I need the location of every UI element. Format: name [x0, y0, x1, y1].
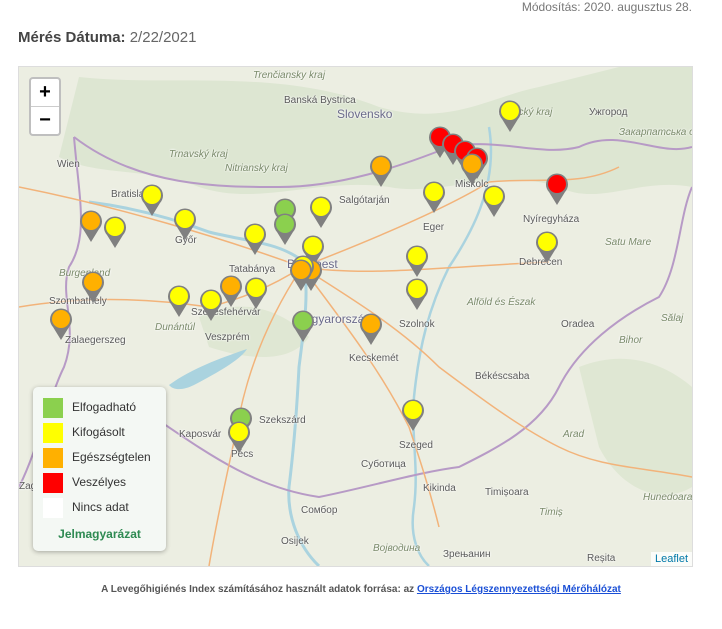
place-label: Војводина: [373, 543, 421, 554]
legend-title[interactable]: Jelmagyarázat: [33, 527, 166, 541]
station-marker[interactable]: [358, 312, 384, 346]
legend-item-veszelyes: Veszélyes: [43, 472, 127, 493]
station-marker[interactable]: [242, 222, 268, 256]
station-marker[interactable]: [48, 307, 74, 341]
station-marker[interactable]: [80, 270, 106, 304]
measure-date-label: Mérés Dátuma:: [18, 29, 126, 46]
station-marker[interactable]: [78, 209, 104, 243]
place-label: Veszprém: [205, 332, 250, 343]
place-label: Alföld és Észak: [467, 297, 536, 308]
place-label: Nitriansky kraj: [225, 163, 288, 174]
place-label: Зрењанин: [443, 549, 491, 560]
place-label: Arad: [563, 429, 585, 440]
measure-date: Mérés Dátuma: 2/22/2021: [18, 29, 196, 46]
modified-date: Módosítás: 2020. augusztus 28.: [521, 0, 692, 14]
place-label: Sălaj: [661, 313, 684, 324]
footer-text: A Levegőhigiénés Index számításához hasz…: [101, 584, 415, 595]
place-label: Hunedoara: [643, 492, 693, 503]
station-marker[interactable]: [243, 276, 269, 310]
station-marker[interactable]: [459, 152, 485, 186]
zoom-control: + −: [29, 77, 61, 136]
zoom-in-button[interactable]: +: [31, 79, 59, 106]
place-label: Dunántúl: [155, 322, 196, 333]
station-marker[interactable]: [400, 398, 426, 432]
legend-swatch: [43, 422, 63, 443]
station-marker[interactable]: [272, 212, 298, 246]
station-marker[interactable]: [368, 154, 394, 188]
place-label: Сомбор: [301, 505, 338, 516]
station-marker[interactable]: [172, 207, 198, 241]
station-marker[interactable]: [139, 183, 165, 217]
map-attribution[interactable]: Leaflet: [650, 552, 692, 566]
legend-swatch: [43, 447, 63, 468]
place-label: Slovensko: [337, 107, 393, 121]
footer-link[interactable]: Országos Légszennyezettségi Mérőhálózat: [417, 584, 621, 595]
legend-swatch: [43, 472, 63, 493]
place-label: Eger: [423, 222, 445, 233]
place-label: Szolnok: [399, 319, 435, 330]
legend-label: Veszélyes: [72, 475, 127, 489]
legend-label: Kifogásolt: [72, 425, 125, 439]
legend-item-egeszsegtelen: Egészségtelen: [43, 447, 151, 468]
station-marker[interactable]: [404, 277, 430, 311]
place-label: Szeged: [399, 440, 433, 451]
station-marker[interactable]: [308, 195, 334, 229]
place-label: Trnavský kraj: [169, 149, 228, 160]
station-marker[interactable]: [497, 99, 523, 133]
place-label: Закарпатська область: [619, 127, 692, 138]
station-marker[interactable]: [290, 309, 316, 343]
legend-label: Egészségtelen: [72, 450, 151, 464]
place-label: Zalaegerszeg: [65, 335, 126, 346]
place-label: Banská Bystrica: [284, 95, 356, 106]
station-marker[interactable]: [226, 420, 252, 454]
station-marker[interactable]: [288, 258, 314, 292]
legend-label: Elfogadható: [72, 400, 137, 414]
zoom-out-button[interactable]: −: [31, 106, 59, 134]
place-label: Bihor: [619, 335, 643, 346]
station-marker[interactable]: [166, 284, 192, 318]
station-marker[interactable]: [102, 215, 128, 249]
legend-swatch: [43, 397, 63, 418]
legend-swatch: [43, 497, 63, 518]
place-label: Kecskemét: [349, 353, 399, 364]
station-marker[interactable]: [544, 172, 570, 206]
place-label: Reșita: [587, 553, 616, 564]
station-marker[interactable]: [404, 244, 430, 278]
place-label: Ужгород: [589, 107, 628, 118]
place-label: Суботица: [361, 459, 406, 470]
legend-item-nincs-adat: Nincs adat: [43, 497, 129, 518]
station-marker[interactable]: [481, 184, 507, 218]
legend: Elfogadható Kifogásolt Egészségtelen Ves…: [33, 387, 166, 551]
place-label: Oradea: [561, 319, 595, 330]
place-label: Timiș: [539, 507, 563, 518]
place-label: Wien: [57, 159, 80, 170]
legend-item-elfogadhato: Elfogadható: [43, 397, 137, 418]
place-label: Békéscsaba: [475, 371, 530, 382]
measure-date-value: 2/22/2021: [129, 29, 197, 46]
place-label: Trenčiansky kraj: [253, 70, 326, 81]
station-marker[interactable]: [218, 274, 244, 308]
place-label: Satu Mare: [605, 237, 652, 248]
footer: A Levegőhigiénés Index számításához hasz…: [0, 584, 722, 595]
place-label: Kikinda: [423, 483, 456, 494]
station-marker[interactable]: [421, 180, 447, 214]
place-label: Osijek: [281, 536, 309, 547]
place-label: Salgótarján: [339, 195, 390, 206]
legend-item-kifogasolt: Kifogásolt: [43, 422, 125, 443]
place-label: Nyíregyháza: [523, 214, 580, 225]
place-label: Kaposvár: [179, 429, 222, 440]
map[interactable]: + − Trenčiansky kraj Banská Bystrica Slove…: [18, 66, 693, 567]
legend-label: Nincs adat: [72, 500, 129, 514]
station-marker[interactable]: [534, 230, 560, 264]
place-label: Timișoara: [485, 487, 529, 498]
place-label: Szekszárd: [259, 415, 306, 426]
